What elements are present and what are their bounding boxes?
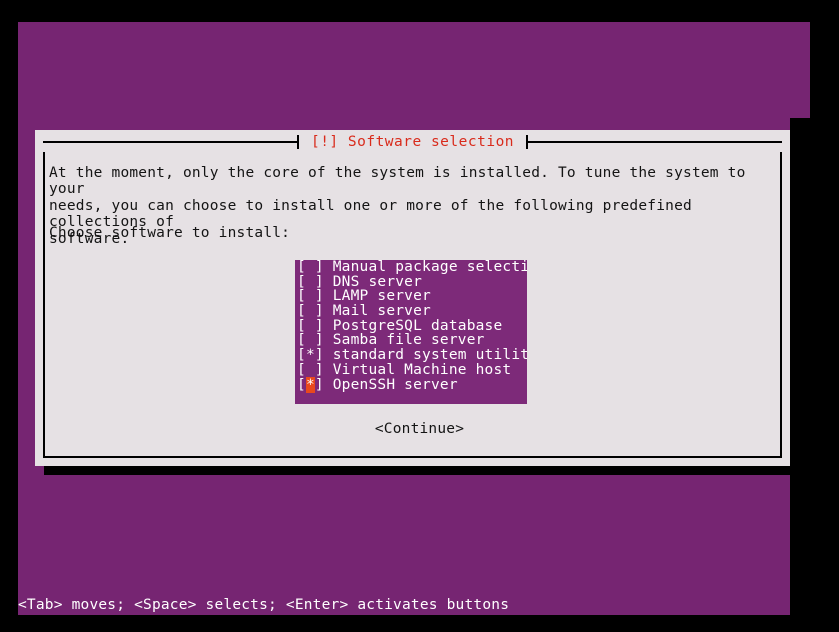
checkbox-unchecked-icon[interactable]: [ ] (297, 274, 324, 290)
checkbox-checked-icon[interactable]: [*] (297, 347, 324, 363)
dialog-title-bar: [!] Software selection (43, 132, 782, 152)
continue-button[interactable]: <Continue> (0, 421, 839, 437)
checkbox-unchecked-icon[interactable]: [ ] (297, 303, 324, 319)
list-item[interactable]: [ ] DNS server (295, 273, 527, 290)
list-item-label: OpenSSH server (323, 376, 458, 393)
list-item[interactable]: [*] standard system utilities (295, 348, 527, 363)
list-item[interactable]: [ ] Virtual Machine host (295, 361, 527, 378)
list-item-label: Virtual Machine host (323, 361, 512, 378)
dialog-prompt-text: Choose software to install: (49, 225, 291, 241)
list-item-label: Samba file server (323, 332, 485, 349)
list-item[interactable]: [*] OpenSSH server (295, 376, 527, 393)
desktop-backdrop-top (18, 22, 810, 118)
list-item-label: LAMP server (323, 288, 431, 305)
list-item-label: standard system utilities (332, 347, 527, 364)
dialog-title: [!] Software selection (298, 132, 527, 152)
title-rule-left (43, 141, 297, 143)
checkbox-unchecked-icon[interactable]: [ ] (297, 288, 324, 304)
list-item[interactable]: [ ] Manual package selection (295, 260, 527, 275)
installer-screen: [!] Software selection At the moment, on… (0, 0, 839, 632)
list-item-label: PostgreSQL database (323, 317, 503, 334)
checkbox-unchecked-icon[interactable]: [ ] (297, 362, 324, 378)
checkbox-unchecked-icon[interactable]: [ ] (297, 318, 324, 334)
checkbox-checked-icon[interactable]: [*] (297, 376, 324, 393)
checkbox-unchecked-icon[interactable]: [ ] (297, 332, 324, 348)
keyboard-hint-text: <Tab> moves; <Space> selects; <Enter> ac… (18, 597, 510, 613)
software-selection-list[interactable]: [ ] Manual package selection[ ] DNS serv… (295, 260, 527, 404)
list-item[interactable]: [ ] Mail server (295, 304, 527, 319)
list-item[interactable]: [ ] Samba file server (295, 333, 527, 348)
list-item[interactable]: [ ] LAMP server (295, 289, 527, 304)
list-item-label: Mail server (323, 303, 431, 320)
list-item-label: DNS server (323, 273, 423, 290)
list-item[interactable]: [ ] PostgreSQL database (295, 317, 527, 334)
title-rule-right (528, 141, 782, 143)
